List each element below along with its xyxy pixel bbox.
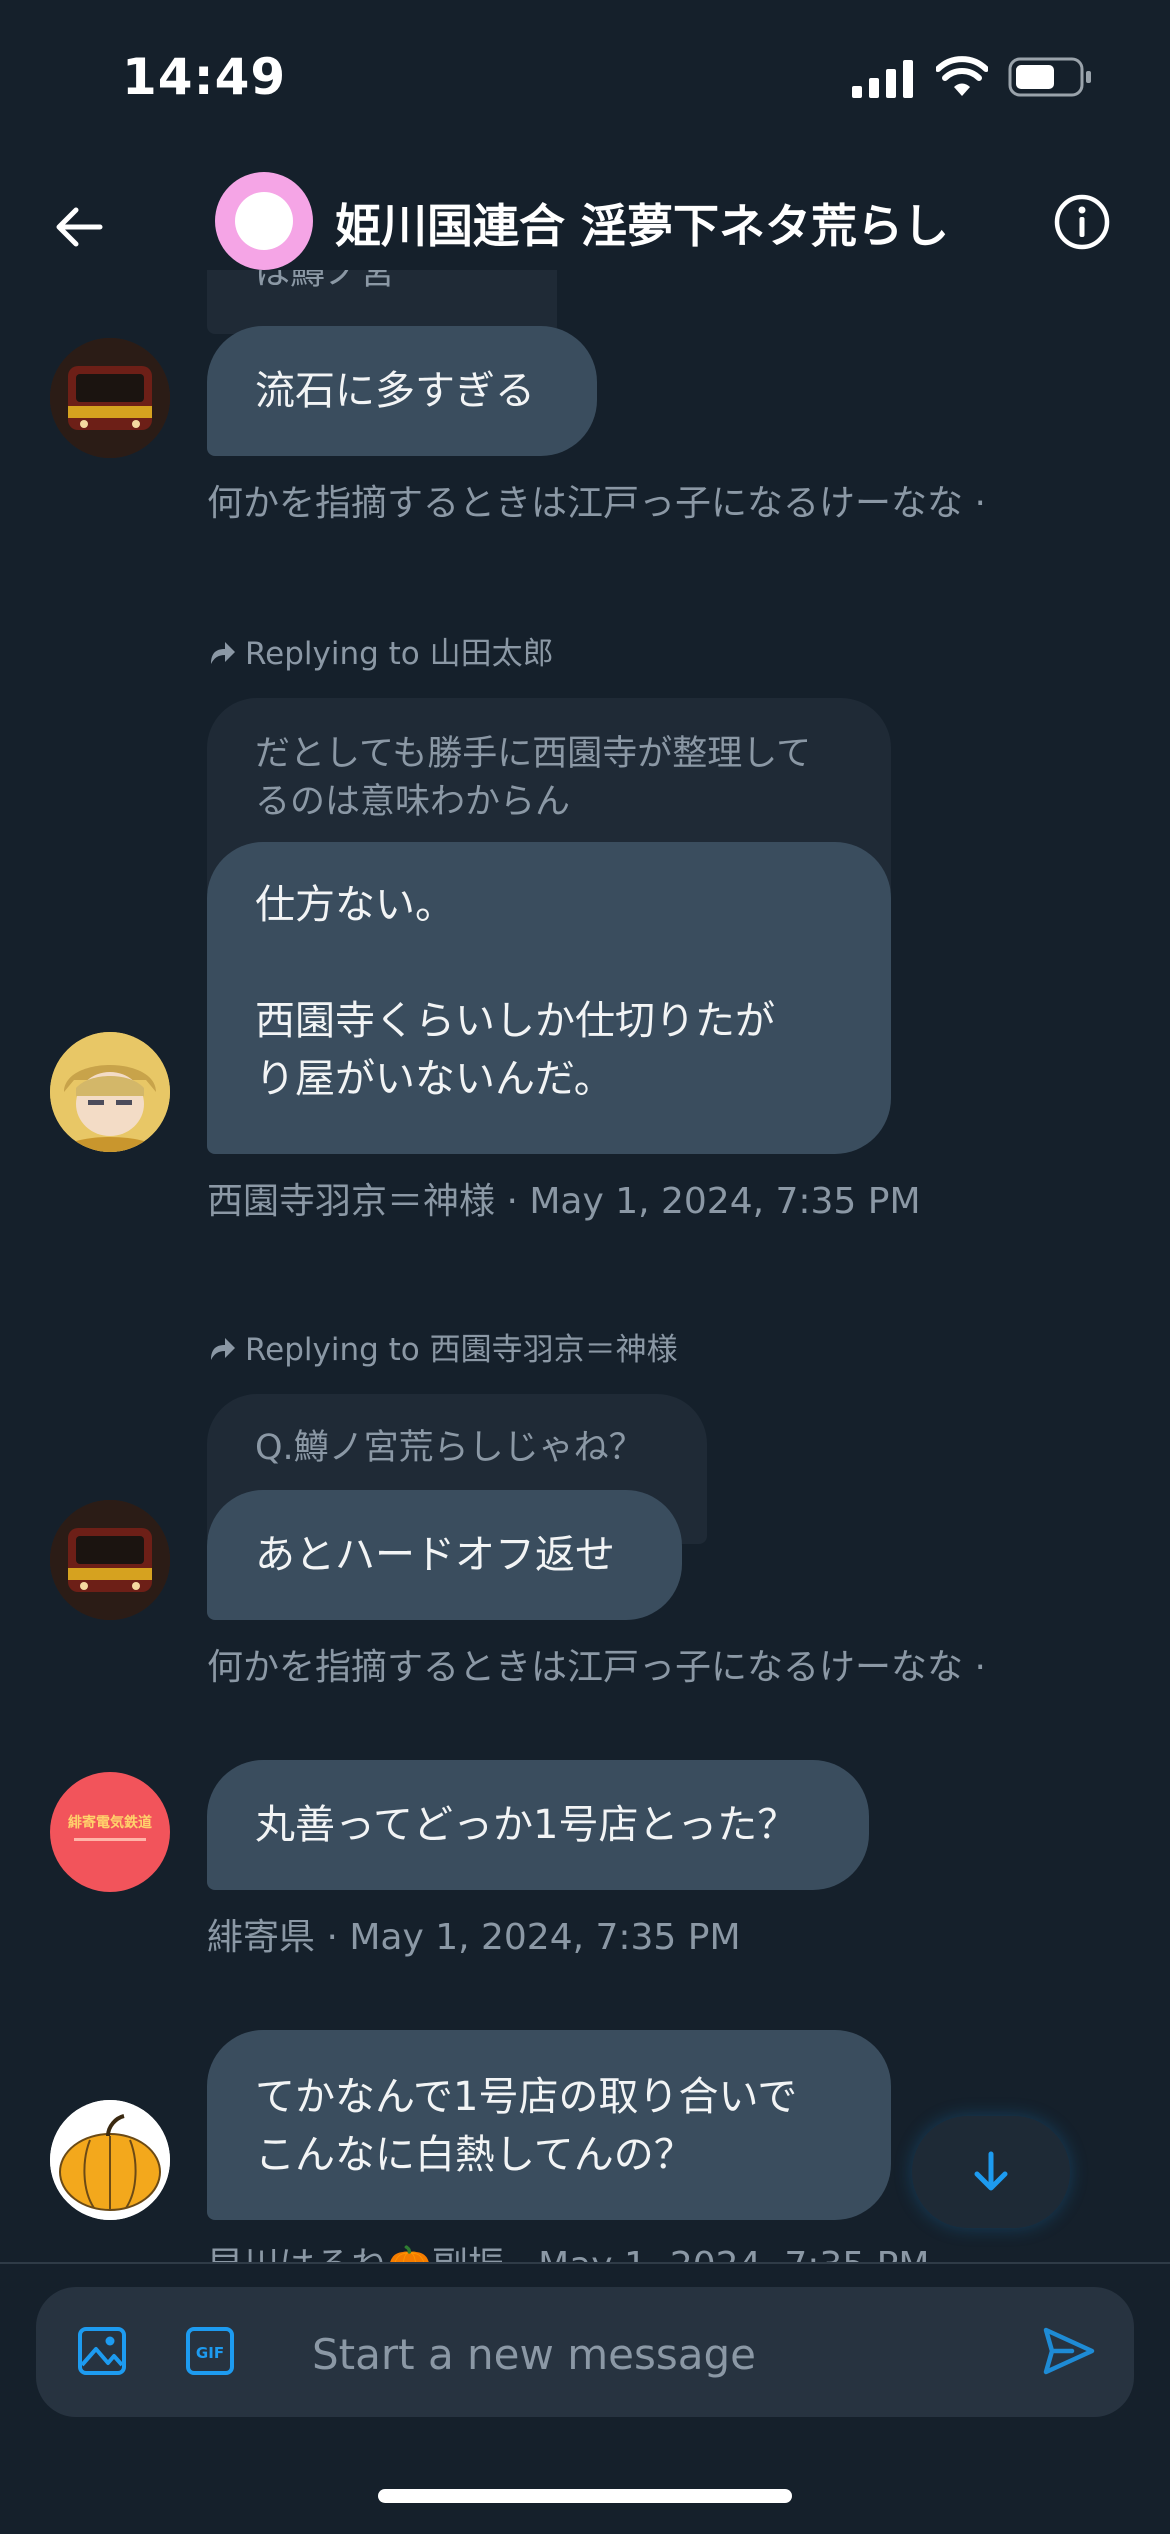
reply-arrow-icon [211, 1338, 235, 1360]
group-avatar[interactable] [215, 172, 313, 270]
replying-to-label: Replying to 山田太郎 [207, 628, 554, 673]
status-time: 14:49 [122, 48, 287, 106]
message-meta: 西園寺羽京＝神様 · May 1, 2024, 7:35 PM [207, 1181, 921, 1222]
signal-icon [852, 60, 913, 98]
avatar-pumpkin[interactable] [50, 2100, 170, 2220]
home-indicator [378, 2489, 792, 2503]
message-text: てかなんで1号店の取り合いで [255, 2074, 798, 2120]
replying-to-text: Replying to 西園寺羽京＝神様 [245, 1332, 678, 1368]
message-text: 西園寺くらいしか仕切りたが [255, 998, 775, 1044]
message-text: こんなに白熱してんの？ [255, 2132, 694, 2178]
message-text: 流石に多すぎる [255, 368, 535, 414]
arrow-down-icon [974, 2151, 1008, 2191]
avatar-logo-text: 緋寄電気鉄道 [68, 1815, 152, 1831]
avatar-train[interactable] [50, 338, 170, 458]
quoted-message[interactable]: は鱒ノ宮 [207, 270, 557, 334]
message-meta: 緋寄県 · May 1, 2024, 7:35 PM [207, 1917, 741, 1958]
wifi-icon [936, 56, 988, 96]
quoted-text: Q.鱒ノ宮荒らしじゃね？ [255, 1428, 644, 1468]
info-icon[interactable] [1052, 192, 1112, 252]
image-icon[interactable] [76, 2325, 128, 2377]
avatar-anime[interactable] [50, 1032, 170, 1152]
message-meta: 何かを指摘するときは江戸っ子になるけーなな · [207, 483, 986, 524]
message-text: あとハードオフ返せ [255, 1532, 615, 1578]
send-icon[interactable] [1040, 2322, 1098, 2380]
replying-to-label: Replying to 西園寺羽京＝神様 [207, 1324, 678, 1369]
message-text: り屋がいないんだ。 [255, 1056, 614, 1102]
message-meta: 何かを指摘するときは江戸っ子になるけーなな · [207, 1647, 986, 1688]
quoted-text: るのは意味わからん [255, 782, 571, 822]
message-bubble[interactable]: 丸善ってどっか1号店とった？ [207, 1760, 869, 1890]
quoted-text: は鱒ノ宮 [255, 270, 396, 293]
avatar-train[interactable] [50, 1500, 170, 1620]
message-text: 丸善ってどっか1号店とった？ [255, 1802, 798, 1848]
message-bubble[interactable]: あとハードオフ返せ [207, 1490, 682, 1620]
chat-title[interactable]: 姫川国連合 淫夢下ネタ荒らし [335, 190, 949, 256]
avatar-railway-logo[interactable]: 緋寄電気鉄道 [50, 1772, 170, 1892]
message-text: 仕方ない。 [255, 882, 455, 928]
quoted-text: だとしても勝手に西園寺が整理して [255, 734, 812, 774]
battery-icon [1008, 57, 1091, 97]
message-bubble[interactable]: てかなんで1号店の取り合いで こんなに白熱してんの？ [207, 2030, 891, 2220]
message-input[interactable] [310, 2320, 1014, 2388]
message-bubble[interactable]: 流石に多すぎる [207, 326, 597, 456]
svg-text:GIF: GIF [196, 2344, 224, 2362]
gif-icon[interactable]: GIF [184, 2325, 236, 2377]
replying-to-text: Replying to 山田太郎 [245, 636, 554, 672]
reply-arrow-icon [211, 642, 235, 664]
scroll-to-bottom-button[interactable] [912, 2116, 1070, 2228]
message-bubble[interactable]: 仕方ない。 西園寺くらいしか仕切りたが り屋がいないんだ。 [207, 842, 891, 1154]
back-arrow-icon[interactable] [48, 195, 112, 259]
